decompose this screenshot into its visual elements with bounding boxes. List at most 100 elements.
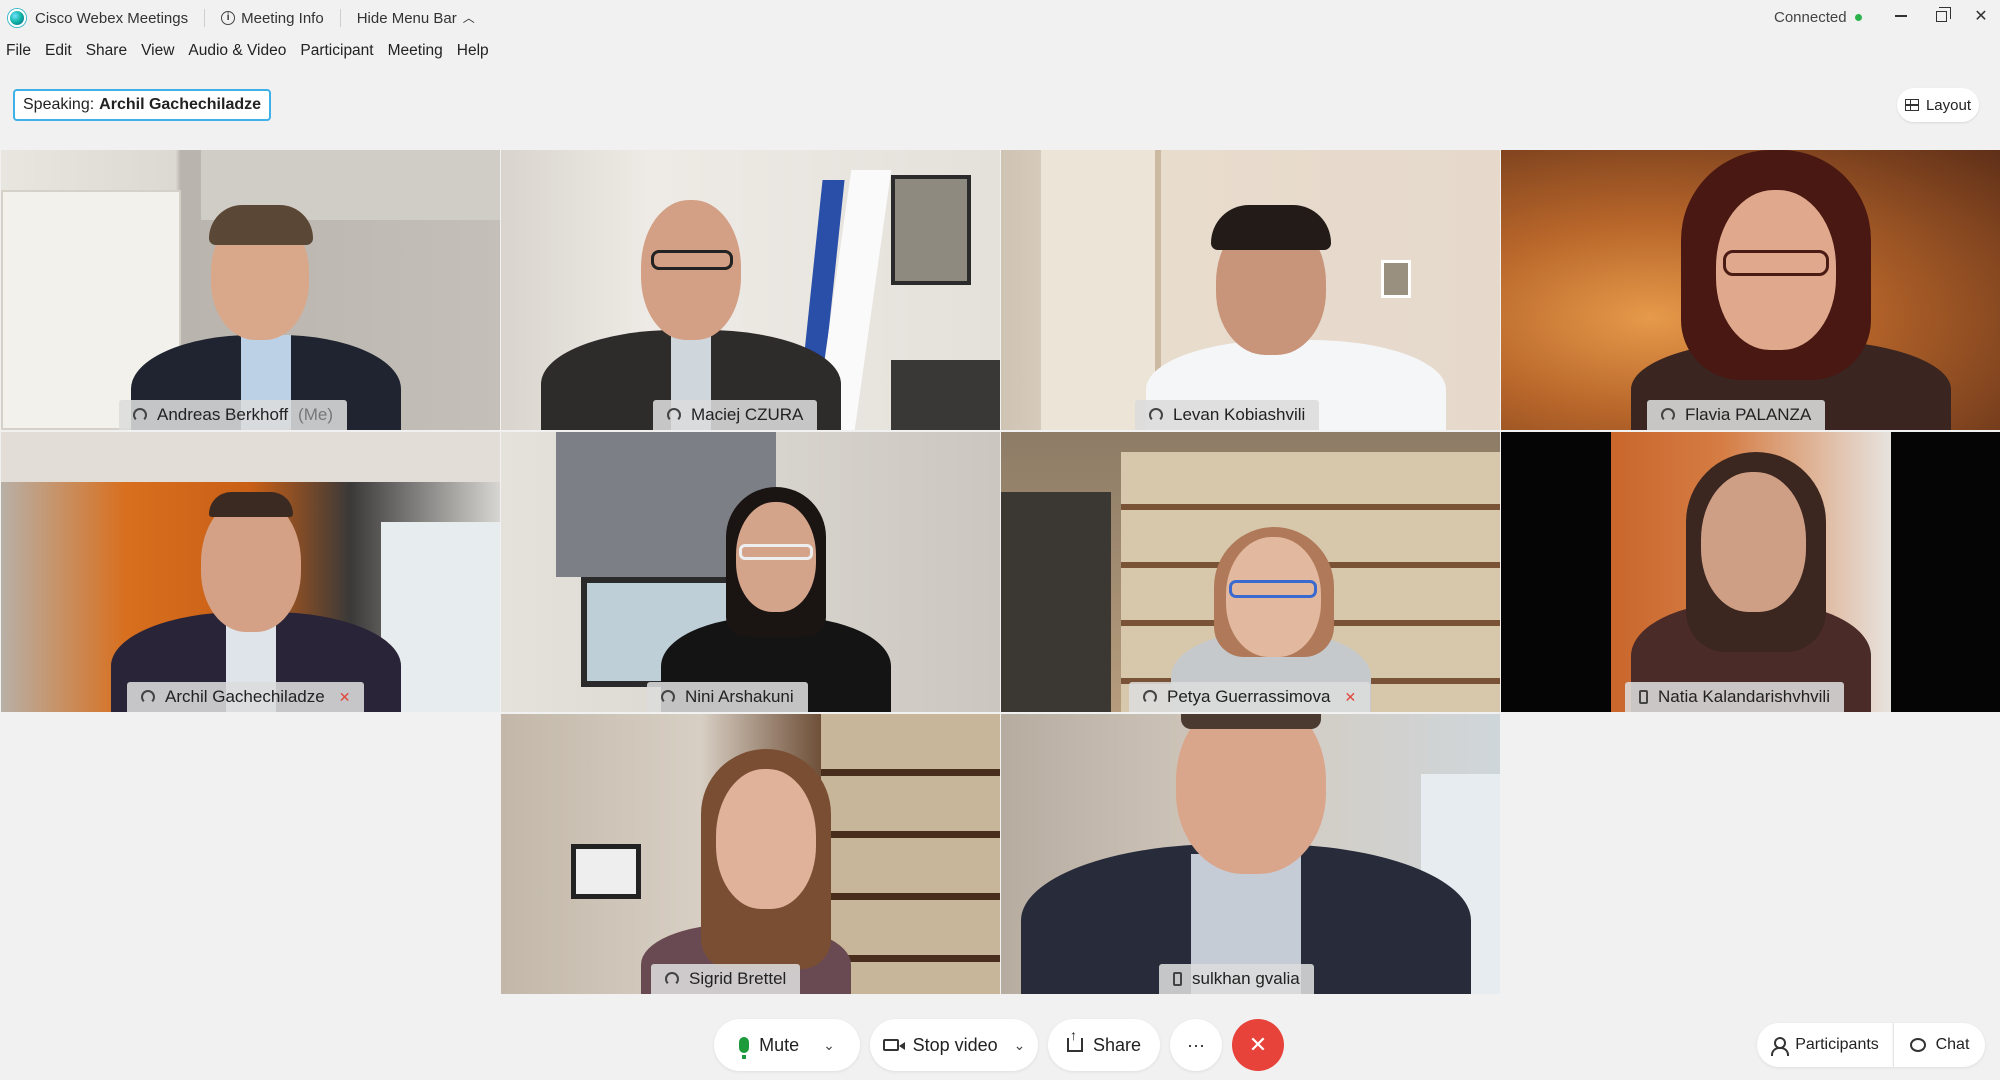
- participant-name-tag: Maciej CZURA: [653, 400, 818, 430]
- muted-mic-icon: ✕: [338, 688, 351, 705]
- window-controls: ✕: [1892, 4, 1990, 28]
- headset-icon: [1143, 690, 1157, 704]
- hide-menu-bar-label: Hide Menu Bar: [356, 9, 457, 27]
- grid-layout-icon: [1904, 99, 1919, 111]
- meeting-info-button[interactable]: i Meeting Info: [221, 10, 324, 27]
- minimize-icon: [1895, 15, 1907, 17]
- video-feed: [1001, 432, 1500, 712]
- muted-mic-icon: ✕: [1344, 688, 1357, 705]
- participant-name: Levan Kobiashvili: [1173, 405, 1306, 424]
- menu-view[interactable]: View: [141, 40, 174, 66]
- participants-button[interactable]: Participants: [1757, 1023, 1893, 1067]
- chevron-up-icon: ︿: [462, 10, 475, 25]
- participant-name-tag: Nini Arshakuni: [647, 682, 808, 712]
- participant-name-tag: Archil Gachechiladze ✕: [127, 682, 365, 712]
- video-tile[interactable]: Natia Kalandarishvhvili: [1501, 432, 2000, 712]
- stop-video-label: Stop video: [912, 1034, 998, 1055]
- share-icon: [1066, 1027, 1083, 1052]
- menu-file[interactable]: File: [6, 40, 31, 66]
- speaking-name: Archil Gachechiladze: [99, 96, 262, 113]
- close-icon: ✕: [1974, 8, 1988, 25]
- video-feed: [501, 714, 1000, 994]
- chat-icon: [1909, 1038, 1926, 1052]
- video-tile[interactable]: Archil Gachechiladze ✕: [1, 432, 500, 712]
- end-meeting-button[interactable]: ✕: [1232, 1019, 1284, 1071]
- video-tile[interactable]: sulkhan gvalia: [1001, 714, 1500, 994]
- participant-name: Natia Kalandarishvhvili: [1658, 687, 1830, 706]
- menu-meeting[interactable]: Meeting: [388, 40, 443, 66]
- headset-icon: [661, 690, 675, 704]
- menu-share[interactable]: Share: [86, 40, 127, 66]
- minimize-button[interactable]: [1892, 4, 1910, 28]
- connected-dot-icon: [1854, 14, 1862, 21]
- connection-status: Connected: [1774, 9, 1862, 26]
- participant-name: Nini Arshakuni: [685, 687, 794, 706]
- connection-label: Connected: [1774, 9, 1847, 26]
- close-window-button[interactable]: ✕: [1972, 4, 1990, 28]
- microphone-icon: [739, 1037, 750, 1059]
- video-feed: [1501, 150, 2000, 430]
- divider: [204, 9, 206, 27]
- participant-name-tag: sulkhan gvalia: [1159, 964, 1314, 994]
- participant-name: Andreas Berkhoff: [157, 405, 289, 424]
- video-tile[interactable]: Flavia PALANZA: [1501, 150, 2000, 430]
- participant-name: Flavia PALANZA: [1685, 405, 1812, 424]
- title-bar: Cisco Webex Meetings i Meeting Info Hide…: [0, 0, 2000, 36]
- more-options-icon: ···: [1187, 1034, 1205, 1055]
- phone-icon: [1639, 690, 1648, 704]
- me-label: (Me): [298, 405, 333, 424]
- video-feed: [501, 432, 1000, 712]
- menu-participant[interactable]: Participant: [300, 40, 373, 66]
- chevron-down-icon[interactable]: ⌄: [823, 1037, 835, 1054]
- participants-label: Participants: [1795, 1036, 1879, 1053]
- meeting-info-label: Meeting Info: [241, 9, 324, 27]
- video-tile[interactable]: Maciej CZURA: [501, 150, 1000, 430]
- share-button[interactable]: Share: [1048, 1019, 1160, 1071]
- video-tile[interactable]: Nini Arshakuni: [501, 432, 1000, 712]
- menu-help[interactable]: Help: [457, 40, 489, 66]
- menu-audio-video[interactable]: Audio & Video: [188, 40, 286, 66]
- menu-bar: File Edit Share View Audio & Video Parti…: [6, 40, 489, 66]
- divider: [339, 9, 341, 27]
- restore-icon: [1935, 6, 1951, 22]
- hide-menu-bar-button[interactable]: Hide Menu Bar ︿: [357, 10, 475, 27]
- mute-button[interactable]: Mute ⌄: [714, 1019, 860, 1071]
- app-title: Cisco Webex Meetings: [8, 9, 188, 27]
- participant-name: Sigrid Brettel: [689, 969, 787, 988]
- video-tile[interactable]: Levan Kobiashvili: [1001, 150, 1500, 430]
- video-feed: [1001, 714, 1500, 994]
- headset-icon: [1149, 408, 1163, 422]
- video-feed: [1611, 432, 1891, 712]
- camera-icon: [882, 1039, 905, 1051]
- video-feed: [1, 432, 500, 712]
- participant-name-tag: Natia Kalandarishvhvili: [1625, 682, 1844, 712]
- headset-icon: [1661, 408, 1675, 422]
- phone-icon: [1173, 972, 1182, 986]
- layout-button[interactable]: Layout: [1897, 88, 1979, 122]
- stop-video-button[interactable]: Stop video ⌄: [870, 1019, 1038, 1071]
- chat-label: Chat: [1935, 1036, 1970, 1053]
- chat-button[interactable]: Chat: [1893, 1023, 1985, 1067]
- video-tile[interactable]: Petya Guerrassimova ✕: [1001, 432, 1500, 712]
- close-icon: ✕: [1248, 1032, 1268, 1057]
- participant-name: Petya Guerrassimova: [1167, 687, 1331, 706]
- share-label: Share: [1092, 1034, 1142, 1055]
- more-options-button[interactable]: ···: [1170, 1019, 1222, 1071]
- speaking-label: Speaking:: [23, 96, 95, 113]
- participant-name-tag: Levan Kobiashvili: [1135, 400, 1320, 430]
- chevron-down-icon[interactable]: ⌄: [1014, 1037, 1026, 1054]
- layout-label: Layout: [1925, 96, 1972, 114]
- restore-button[interactable]: [1932, 4, 1951, 28]
- webex-logo-icon: [8, 9, 26, 27]
- participant-name-tag: Andreas Berkhoff (Me): [119, 400, 347, 430]
- menu-edit[interactable]: Edit: [45, 40, 72, 66]
- headset-icon: [667, 408, 681, 422]
- info-icon: i: [221, 11, 236, 25]
- video-tile[interactable]: Andreas Berkhoff (Me): [1, 150, 500, 430]
- video-tile[interactable]: Sigrid Brettel: [501, 714, 1000, 994]
- app-name: Cisco Webex Meetings: [35, 9, 189, 27]
- headset-icon: [141, 690, 155, 704]
- participant-name: Maciej CZURA: [691, 405, 804, 424]
- participant-name: Archil Gachechiladze: [165, 687, 325, 706]
- participant-name-tag: Sigrid Brettel: [651, 964, 801, 994]
